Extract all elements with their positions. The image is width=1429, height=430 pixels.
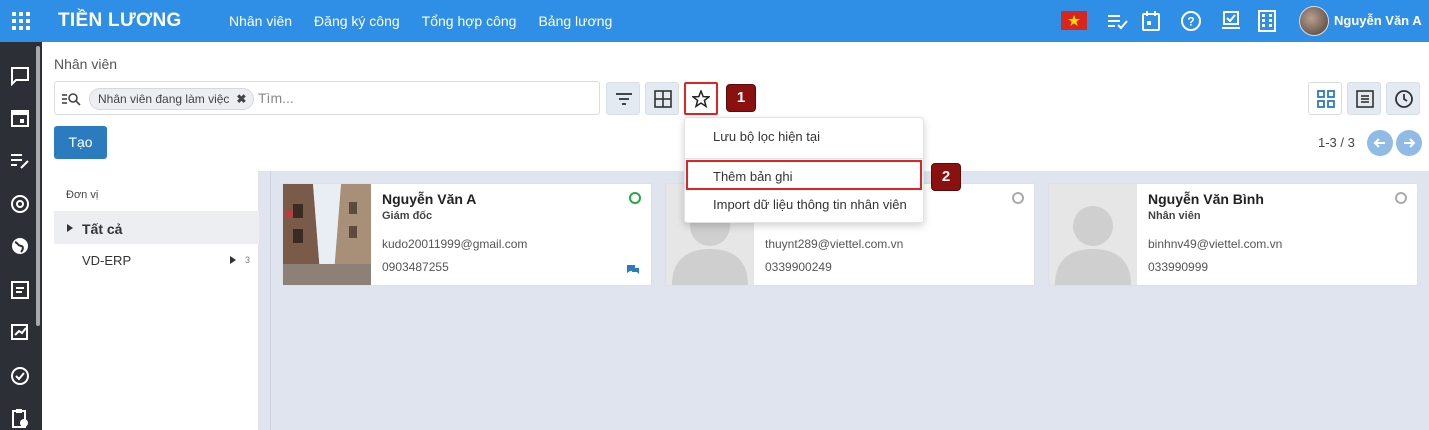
panel-divider xyxy=(270,171,271,430)
apps-grid-icon[interactable] xyxy=(12,12,30,30)
org-unit-panel: Đơn vị xyxy=(54,171,259,430)
employee-phone: 033990999 xyxy=(1148,260,1209,274)
dropdown-divider xyxy=(685,158,923,159)
checklist-icon[interactable] xyxy=(1220,10,1242,32)
employee-email: binhnv49@viettel.com.vn xyxy=(1148,237,1283,251)
remove-facet-icon[interactable]: ✖ xyxy=(236,89,246,109)
top-menu: Nhân viên Đăng ký công Tổng hợp công Bản… xyxy=(229,13,634,29)
clipboard-clock-icon[interactable] xyxy=(10,408,30,428)
step-badge-2: 2 xyxy=(932,164,960,190)
step-badge-1: 1 xyxy=(727,85,755,111)
employee-phone: 0339900249 xyxy=(765,260,832,274)
top-navbar: TIỀN LƯƠNG Nhân viên Đăng ký công Tổng h… xyxy=(0,0,1429,42)
group-by-icon xyxy=(654,90,672,108)
breadcrumb: Nhân viên xyxy=(54,56,118,72)
caret-right-icon[interactable] xyxy=(67,224,73,232)
globe-icon[interactable] xyxy=(10,236,30,256)
user-name[interactable]: Nguyễn Văn A xyxy=(1334,13,1422,28)
previous-page-button[interactable] xyxy=(1367,130,1393,156)
save-current-filter[interactable]: Lưu bộ lọc hiện tại xyxy=(713,129,820,144)
list-edit-icon[interactable] xyxy=(10,150,30,170)
employee-photo xyxy=(283,184,371,285)
user-avatar[interactable] xyxy=(1299,6,1329,36)
employee-email: thuynt289@viettel.com.vn xyxy=(765,237,904,251)
kanban-view-button[interactable] xyxy=(1308,82,1342,115)
sidebar-scrollbar[interactable] xyxy=(36,46,40,326)
search-bar[interactable]: Nhân viên đang làm việc ✖ Tìm... xyxy=(54,81,600,115)
menu-payroll[interactable]: Bảng lương xyxy=(538,13,612,29)
kanban-icon xyxy=(1317,90,1335,108)
calendar-icon[interactable] xyxy=(10,108,30,128)
pager-value[interactable]: 1-3 / 3 xyxy=(1318,135,1355,150)
employee-email: kudo20011999@gmail.com xyxy=(382,237,528,251)
arrow-right-icon xyxy=(1404,138,1416,148)
next-page-button[interactable] xyxy=(1396,130,1422,156)
chart-edit-icon[interactable] xyxy=(10,322,30,342)
create-button[interactable]: Tạo xyxy=(54,126,107,159)
menu-attendance-summary[interactable]: Tổng hợp công xyxy=(422,13,517,29)
menu-employees[interactable]: Nhân viên xyxy=(229,13,292,29)
list-icon xyxy=(1356,90,1374,108)
employee-name[interactable]: Nguyễn Văn Bình xyxy=(1148,191,1264,207)
employee-job: Giám đốc xyxy=(382,210,433,222)
import-employee-data[interactable]: Import dữ liệu thông tin nhân viên xyxy=(713,197,907,212)
group-by-button[interactable] xyxy=(645,82,679,115)
app-title[interactable]: TIỀN LƯƠNG xyxy=(58,10,182,32)
star-icon xyxy=(692,90,710,108)
search-options-icon[interactable] xyxy=(61,91,81,107)
employee-name[interactable]: Nguyễn Văn A xyxy=(382,191,476,207)
left-sidebar xyxy=(0,42,42,430)
check-circle-icon[interactable] xyxy=(10,366,30,386)
building-icon[interactable] xyxy=(1256,10,1278,32)
filter-facet-label: Nhân viên đang làm việc xyxy=(98,92,230,106)
activity-view-icon xyxy=(1395,90,1413,108)
highlight-box xyxy=(686,160,922,190)
filter-facet[interactable]: Nhân viên đang làm việc ✖ xyxy=(89,88,255,110)
menu-attendance-register[interactable]: Đăng ký công xyxy=(314,13,400,29)
list-view-button[interactable] xyxy=(1347,82,1381,115)
filter-icon xyxy=(616,93,632,105)
calendar-icon[interactable] xyxy=(1140,10,1162,32)
help-icon[interactable]: ? xyxy=(1180,10,1202,32)
employee-photo-placeholder xyxy=(1049,184,1137,285)
message-icon[interactable] xyxy=(10,66,30,86)
activity-view-button[interactable] xyxy=(1386,82,1420,115)
employee-card[interactable]: Nguyễn Văn A Giám đốc kudo20011999@gmail… xyxy=(282,183,652,286)
svg-text:?: ? xyxy=(1187,15,1194,29)
filter-button[interactable] xyxy=(606,82,640,115)
caret-right-icon[interactable] xyxy=(230,256,236,264)
search-input[interactable]: Tìm... xyxy=(258,90,294,106)
chat-icon[interactable] xyxy=(626,264,640,276)
activity-icon[interactable] xyxy=(1106,10,1128,32)
document-icon[interactable] xyxy=(10,280,30,300)
org-unit-all[interactable]: Tất cả xyxy=(82,221,122,237)
favorites-button[interactable] xyxy=(684,82,718,115)
presence-status-offline xyxy=(1395,192,1407,204)
employee-phone: 0903487255 xyxy=(382,260,449,274)
presence-status-offline xyxy=(1012,192,1024,204)
org-unit-vd-erp[interactable]: VD-ERP xyxy=(82,253,131,268)
employee-job: Nhân viên xyxy=(1148,210,1201,222)
employee-card[interactable]: Nguyễn Văn Bình Nhân viên binhnv49@viett… xyxy=(1048,183,1418,286)
presence-status-online xyxy=(629,192,641,204)
arrow-left-icon xyxy=(1373,138,1385,148)
at-sign-icon[interactable] xyxy=(10,194,30,214)
org-unit-heading: Đơn vị xyxy=(66,189,99,201)
org-unit-count: 3 xyxy=(245,255,251,265)
flag-vn-icon[interactable] xyxy=(1061,11,1087,30)
